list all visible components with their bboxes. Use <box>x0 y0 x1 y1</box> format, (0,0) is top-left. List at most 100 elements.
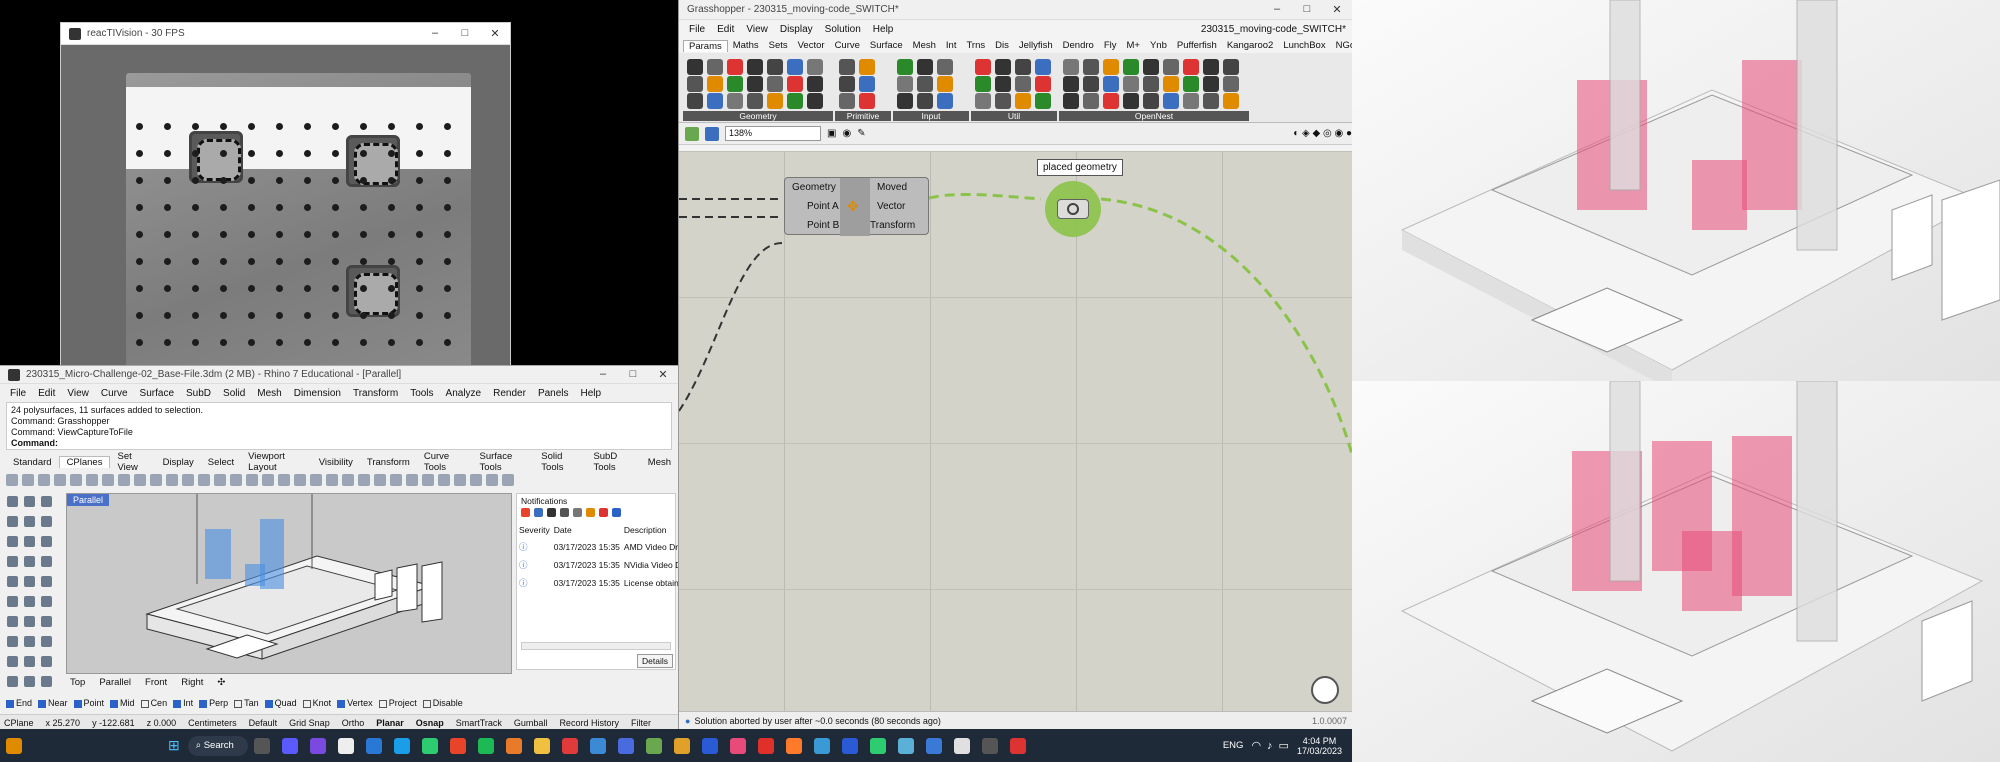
component-icon[interactable] <box>975 76 991 92</box>
app-icon[interactable] <box>281 737 298 754</box>
checkbox[interactable] <box>234 699 243 708</box>
osnap-near[interactable]: Near <box>38 698 68 708</box>
tool-icon[interactable] <box>214 474 226 486</box>
tab-cplanes[interactable]: CPlanes <box>58 456 111 468</box>
tab-standard[interactable]: Standard <box>6 457 59 468</box>
tool-icon[interactable] <box>41 616 52 627</box>
tool-icon[interactable] <box>358 474 370 486</box>
display-icons[interactable]: ◐ ◈ ◆ ◎ ◉ ● <box>1293 128 1352 139</box>
widget-icon[interactable] <box>6 737 22 754</box>
output-vector[interactable]: Vector <box>877 201 905 212</box>
checkbox[interactable] <box>422 699 431 708</box>
component-icon[interactable] <box>727 59 743 75</box>
component-icon[interactable] <box>1223 93 1239 109</box>
component-icon[interactable] <box>1083 76 1099 92</box>
osnap-perp[interactable]: Perp <box>199 698 228 708</box>
app-icon[interactable] <box>785 737 802 754</box>
clock[interactable]: 4:04 PM 17/03/2023 <box>1297 736 1342 756</box>
viewport-tab-right[interactable]: Right <box>181 677 203 688</box>
tool-icon[interactable] <box>24 496 35 507</box>
tool-icon[interactable] <box>86 474 98 486</box>
tool-icon[interactable] <box>454 474 466 486</box>
close-icon[interactable]: ✕ <box>648 368 678 381</box>
app-icon[interactable] <box>729 737 746 754</box>
menu-dimension[interactable]: Dimension <box>288 388 347 399</box>
checkbox[interactable] <box>173 699 182 708</box>
maximize-icon[interactable]: □ <box>1292 3 1322 16</box>
component-icon[interactable] <box>917 59 933 75</box>
checkbox[interactable] <box>6 699 14 708</box>
save-file-icon[interactable] <box>705 126 719 141</box>
component-icon[interactable] <box>727 76 743 92</box>
component-icon[interactable] <box>787 93 803 109</box>
tool-icon[interactable] <box>24 616 35 627</box>
app-icon[interactable] <box>309 737 326 754</box>
paint-icon[interactable]: ✎ <box>857 128 865 139</box>
component-icon[interactable] <box>975 59 991 75</box>
component-icon[interactable] <box>839 76 855 92</box>
osnap-project[interactable]: Project <box>378 698 417 708</box>
component-icon[interactable] <box>975 93 991 109</box>
tool-icon[interactable] <box>22 474 34 486</box>
app-icon[interactable] <box>953 737 970 754</box>
toggle-record-history[interactable]: Record History <box>559 718 619 728</box>
toggle-osnap[interactable]: Osnap <box>416 718 444 728</box>
tab-jellyfish[interactable]: Jellyfish <box>1014 40 1058 51</box>
maximize-icon[interactable]: □ <box>618 368 648 381</box>
viewport-parallel[interactable]: Parallel <box>66 493 512 674</box>
component-icon[interactable] <box>1183 76 1199 92</box>
component-icon[interactable] <box>707 59 723 75</box>
component-icon[interactable] <box>1103 59 1119 75</box>
component-icon[interactable] <box>767 59 783 75</box>
add-viewport-icon[interactable]: ✣ <box>217 677 225 688</box>
table-row[interactable]: ⓘ 03/17/2023 15:35 License obtained <box>517 574 692 592</box>
menu-transform[interactable]: Transform <box>347 388 404 399</box>
osnap-disable[interactable]: Disable <box>422 698 463 708</box>
component-icon[interactable] <box>1183 93 1199 109</box>
zoom-dropdown[interactable]: 138% <box>725 126 821 141</box>
tool-icon[interactable] <box>246 474 258 486</box>
app-icon[interactable] <box>925 737 942 754</box>
component-icon[interactable] <box>917 93 933 109</box>
component-icon[interactable] <box>767 76 783 92</box>
app-icon[interactable] <box>869 737 886 754</box>
component-icon[interactable] <box>807 59 823 75</box>
toggle-ortho[interactable]: Ortho <box>342 718 365 728</box>
component-icon[interactable] <box>1035 59 1051 75</box>
component-icon[interactable] <box>707 93 723 109</box>
osnap-cen[interactable]: Cen <box>140 698 167 708</box>
component-icon[interactable] <box>1035 76 1051 92</box>
tab-ynb[interactable]: Ynb <box>1145 40 1172 51</box>
app-icon[interactable] <box>365 737 382 754</box>
eye-icon[interactable]: ◉ <box>842 128 851 139</box>
tool-icon[interactable] <box>422 474 434 486</box>
component-icon[interactable] <box>917 76 933 92</box>
component-icon[interactable] <box>937 76 953 92</box>
checkbox[interactable] <box>38 699 47 708</box>
gh-menu-help[interactable]: Help <box>867 24 900 35</box>
toggle-smarttrack[interactable]: SmartTrack <box>456 718 502 728</box>
menu-surface[interactable]: Surface <box>134 388 180 399</box>
menu-tools[interactable]: Tools <box>404 388 439 399</box>
tool-icon[interactable] <box>54 474 66 486</box>
app-icon[interactable] <box>673 737 690 754</box>
component-icon[interactable] <box>687 76 703 92</box>
menu-help[interactable]: Help <box>575 388 608 399</box>
component-icon[interactable] <box>747 59 763 75</box>
tab-dendro[interactable]: Dendro <box>1058 40 1099 51</box>
tool-icon[interactable] <box>262 474 274 486</box>
component-icon[interactable] <box>707 76 723 92</box>
menu-file[interactable]: File <box>4 388 32 399</box>
tab-params[interactable]: Params <box>683 39 728 52</box>
component-icon[interactable] <box>1035 93 1051 109</box>
tool-icon[interactable] <box>24 556 35 567</box>
tool-icon[interactable] <box>134 474 146 486</box>
component-icon[interactable] <box>1143 59 1159 75</box>
tool-icon[interactable] <box>7 536 18 547</box>
osnap-end[interactable]: End <box>6 698 32 708</box>
component-icon[interactable] <box>937 59 953 75</box>
minimize-icon[interactable]: – <box>588 368 618 381</box>
tool-icon[interactable] <box>7 656 18 667</box>
tool-icon[interactable] <box>41 536 52 547</box>
navigation-compass-icon[interactable] <box>1311 676 1339 704</box>
